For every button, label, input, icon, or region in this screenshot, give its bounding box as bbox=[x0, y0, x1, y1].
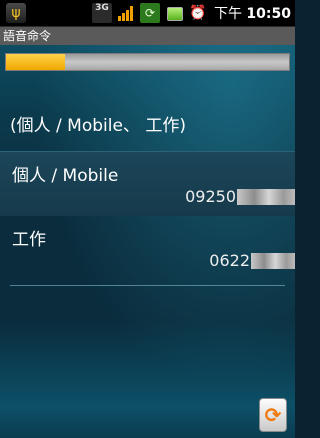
app-title-bar: 語音命令 bbox=[0, 27, 295, 45]
retry-button[interactable]: ⟳ bbox=[259, 398, 287, 432]
entry-number: 09250 bbox=[185, 187, 295, 206]
refresh-icon: ⟳ bbox=[264, 403, 282, 427]
sync-icon: ⟳ bbox=[139, 3, 160, 23]
redacted-digits bbox=[237, 188, 295, 205]
voice-command-panel: (個人 / Mobile、 工作) 個人 / Mobile 09250 工作 0… bbox=[0, 45, 295, 438]
bottom-action-bar: ⟳ bbox=[0, 390, 295, 438]
number-choice-list: 個人 / Mobile 09250 工作 0622 bbox=[0, 151, 295, 286]
progress-fill bbox=[6, 54, 66, 70]
signal-icon bbox=[116, 3, 136, 23]
number-visible-digits: 09250 bbox=[185, 187, 236, 206]
number-visible-digits: 0622 bbox=[209, 251, 250, 270]
status-indicators: 3G ⟳ ⏰ 下午 10:50 bbox=[91, 3, 291, 23]
alarm-icon: ⏰ bbox=[189, 5, 207, 21]
status-bar: ψ 3G ⟳ ⏰ 下午 10:50 bbox=[0, 0, 295, 27]
list-item-work[interactable]: 工作 0622 bbox=[0, 216, 295, 286]
list-divider bbox=[10, 285, 285, 286]
time-period: 下午 bbox=[213, 6, 242, 22]
app-title: 語音命令 bbox=[3, 29, 52, 43]
3g-icon: 3G bbox=[91, 3, 112, 23]
usb-debug-icon: ψ bbox=[6, 3, 26, 23]
entry-label: 工作 bbox=[12, 230, 46, 250]
status-clock: 下午 10:50 bbox=[214, 3, 291, 23]
redacted-digits bbox=[251, 252, 295, 269]
time: 10:50 bbox=[246, 6, 291, 22]
recognized-command-heading: (個人 / Mobile、 工作) bbox=[10, 116, 186, 136]
status-notifications[interactable]: ψ bbox=[6, 3, 28, 23]
entry-number: 0622 bbox=[209, 251, 295, 270]
entry-label: 個人 / Mobile bbox=[12, 166, 119, 186]
list-item-mobile[interactable]: 個人 / Mobile 09250 bbox=[0, 151, 295, 216]
listening-progress-bar bbox=[5, 53, 290, 71]
battery-icon bbox=[164, 3, 184, 23]
